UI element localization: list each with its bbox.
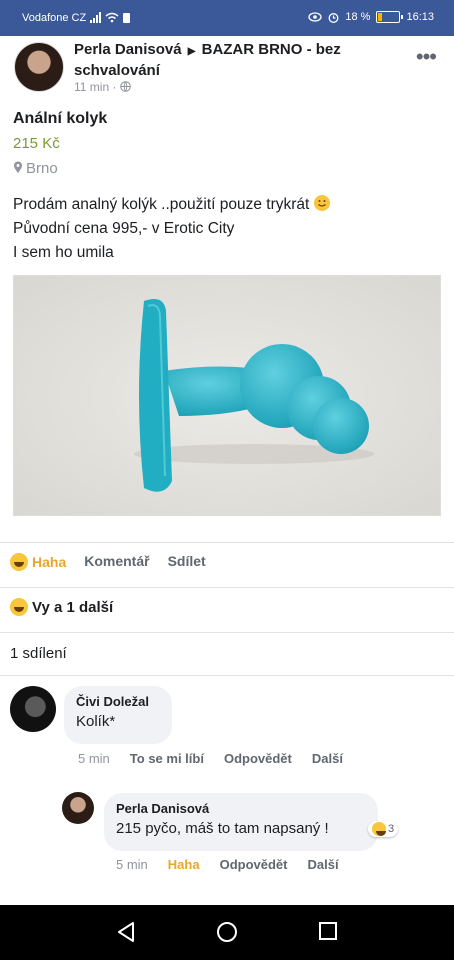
- more-button[interactable]: Další: [308, 857, 339, 872]
- smile-emoji-icon: [313, 195, 330, 211]
- reactions-summary[interactable]: Vy a 1 další: [10, 598, 113, 616]
- comment-time: 5 min: [78, 751, 110, 766]
- comment-text: Kolík*: [76, 713, 116, 730]
- share-button[interactable]: Sdílet: [168, 553, 206, 571]
- post-body: Prodám analný kolýk ..použití pouze tryk…: [13, 193, 330, 265]
- post-header: Perla Danisová ▶ BAZAR BRNO - bez schval…: [0, 36, 454, 102]
- like-button[interactable]: To se mi líbí: [130, 751, 204, 766]
- comment-bubble: Čivi Doležal Kolík*: [64, 686, 172, 744]
- recents-icon[interactable]: [318, 921, 338, 941]
- battery-percent: 18 %: [345, 11, 371, 23]
- haha-emoji-icon: [10, 553, 28, 571]
- post-actions: Haha Komentář Sdílet: [10, 553, 206, 571]
- divider: [0, 632, 454, 633]
- haha-emoji-icon: [372, 822, 386, 836]
- location-pin-icon: [14, 161, 22, 173]
- status-right: 18 % 16:13: [308, 11, 434, 23]
- reactions-text: Vy a 1 další: [32, 599, 114, 616]
- comment-author[interactable]: Perla Danisová: [116, 801, 366, 816]
- haha-emoji-icon: [10, 598, 28, 616]
- back-icon[interactable]: [116, 921, 136, 943]
- arrow-right-icon: ▶: [187, 46, 196, 57]
- comment-text: 215 pyčo, máš to tam napsaný !: [116, 820, 329, 837]
- comment-button[interactable]: Komentář: [84, 553, 149, 571]
- commenter-avatar[interactable]: [10, 686, 56, 732]
- haha-reaction-button[interactable]: Haha: [10, 553, 66, 571]
- comment-author[interactable]: Čivi Doležal: [76, 694, 160, 709]
- separator-dot: ·: [112, 80, 120, 94]
- listing-title: Anální kolyk: [13, 110, 108, 127]
- globe-icon: [120, 81, 131, 92]
- more-options-icon[interactable]: •••: [416, 44, 437, 70]
- reply-button[interactable]: Odpovědět: [220, 857, 288, 872]
- haha-reaction-button[interactable]: Haha: [168, 857, 200, 872]
- wifi-icon: [105, 12, 119, 23]
- divider: [0, 542, 454, 543]
- reply-button[interactable]: Odpovědět: [224, 751, 292, 766]
- home-icon[interactable]: [216, 921, 238, 943]
- commenter-avatar[interactable]: [62, 792, 94, 824]
- clock: 16:13: [406, 11, 434, 23]
- post-meta: 11 min ·: [74, 80, 131, 94]
- body-line: Prodám analný kolýk ..použití pouze tryk…: [13, 193, 330, 217]
- listing-location: Brno: [13, 160, 58, 177]
- comment-meta: 5 min To se mi líbí Odpovědět Další: [78, 751, 343, 766]
- comment-meta: 5 min Haha Odpovědět Další: [116, 857, 339, 872]
- sim-icon: [123, 12, 130, 23]
- status-bar: Vodafone CZ 18 % 16:13: [0, 0, 454, 36]
- post-time[interactable]: 11 min: [74, 80, 109, 94]
- android-nav-bar: [0, 905, 454, 960]
- signal-icon: [90, 12, 101, 23]
- comment-reaction-count[interactable]: 3: [368, 821, 399, 837]
- divider: [0, 675, 454, 676]
- body-line: Původní cena 995,- v Erotic City: [13, 220, 235, 237]
- carrier-label: Vodafone CZ: [22, 12, 87, 24]
- location-text: Brno: [26, 160, 58, 177]
- body-line: I sem ho umila: [13, 244, 114, 261]
- listing-price: 215 Kč: [13, 135, 60, 152]
- comment-bubble: Perla Danisová 215 pyčo, máš to tam naps…: [104, 793, 378, 851]
- more-button[interactable]: Další: [312, 751, 343, 766]
- shares-count[interactable]: 1 sdílení: [10, 645, 67, 662]
- product-image: [14, 276, 440, 515]
- comment-time: 5 min: [116, 857, 148, 872]
- post-photo[interactable]: [13, 275, 441, 516]
- author-name[interactable]: Perla Danisová: [74, 41, 182, 58]
- divider: [0, 587, 454, 588]
- post-author-line: Perla Danisová ▶ BAZAR BRNO - bez schval…: [74, 40, 404, 80]
- eye-comfort-icon: [308, 12, 323, 22]
- alarm-icon: [328, 12, 339, 23]
- author-avatar[interactable]: [14, 42, 64, 92]
- signal-indicator: [90, 12, 130, 23]
- battery-icon: [376, 11, 404, 23]
